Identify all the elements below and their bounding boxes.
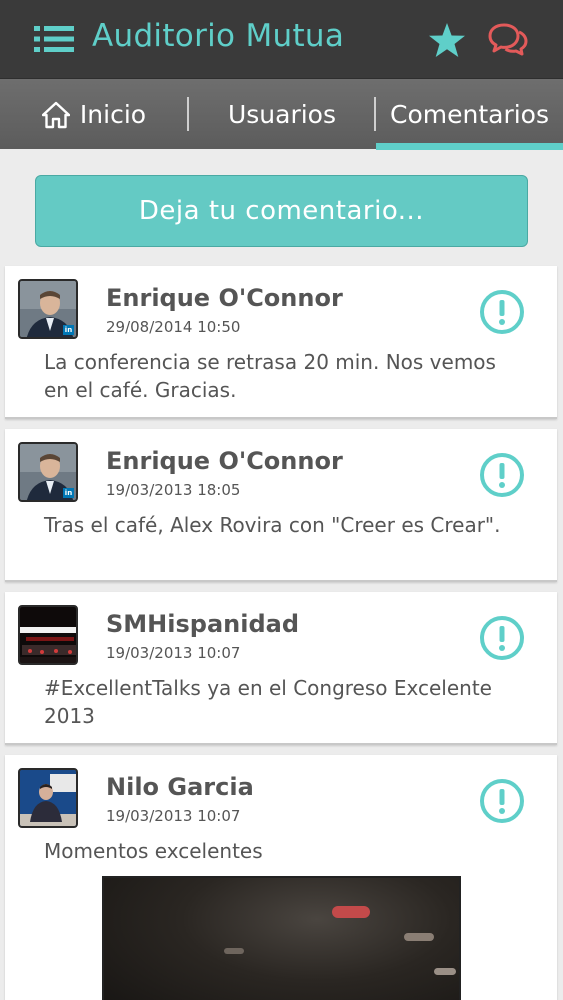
comment-author[interactable]: Enrique O'Connor (106, 447, 343, 475)
comment-text: #ExcellentTalks ya en el Congreso Excele… (44, 676, 492, 728)
comment-card: in Enrique O'Connor 29/08/2014 10:50 La … (5, 266, 557, 419)
home-icon (41, 101, 70, 128)
star-icon[interactable] (428, 22, 466, 58)
linkedin-icon: in (63, 325, 74, 335)
comment-author[interactable]: Enrique O'Connor (106, 284, 343, 312)
comment-author[interactable]: Nilo Garcia (106, 773, 254, 801)
chat-bubbles-icon[interactable] (488, 20, 528, 58)
tab-comentarios-label: Comentarios (390, 100, 549, 129)
comment-date: 19/03/2013 10:07 (106, 644, 241, 662)
comment-date: 19/03/2013 10:07 (106, 807, 241, 825)
app-title: Auditorio Mutua (92, 18, 345, 54)
tab-usuarios[interactable]: Usuarios (189, 79, 375, 150)
tab-inicio[interactable]: Inicio (0, 79, 188, 150)
tab-inicio-label: Inicio (79, 100, 147, 129)
post-photo[interactable] (102, 876, 461, 1000)
comment-card: SMHispanidad 19/03/2013 10:07 #Excellent… (5, 592, 557, 745)
comment-date: 29/08/2014 10:50 (106, 318, 241, 336)
tab-usuarios-label: Usuarios (227, 100, 337, 129)
comment-date: 19/03/2013 18:05 (106, 481, 241, 499)
report-icon[interactable] (479, 289, 525, 335)
comment-author[interactable]: SMHispanidad (106, 610, 299, 638)
app-bar: Auditorio Mutua (0, 0, 563, 78)
comment-text: Tras el café, Alex Rovira con "Creer es … (44, 513, 501, 537)
tv-studio-photo-icon (20, 770, 76, 826)
comment-text: La conferencia se retrasa 20 min. Nos ve… (44, 350, 496, 402)
avatar[interactable]: in (18, 279, 78, 339)
stage-photo-icon (20, 607, 76, 663)
report-icon[interactable] (479, 615, 525, 661)
avatar[interactable] (18, 605, 78, 665)
tab-comentarios[interactable]: Comentarios (376, 79, 563, 150)
avatar[interactable]: in (18, 442, 78, 502)
report-icon[interactable] (479, 452, 525, 498)
report-icon[interactable] (479, 778, 525, 824)
avatar[interactable] (18, 768, 78, 828)
comment-card: Nilo Garcia 19/03/2013 10:07 Momentos ex… (5, 755, 557, 1000)
leave-comment-button[interactable]: Deja tu comentario... (35, 175, 528, 247)
comment-text: Momentos excelentes (44, 839, 263, 863)
comment-card: in Enrique O'Connor 19/03/2013 18:05 Tra… (5, 429, 557, 582)
linkedin-icon: in (63, 488, 74, 498)
hamburger-menu-icon[interactable] (34, 25, 74, 53)
tab-bar: Inicio Usuarios Comentarios (0, 78, 563, 150)
